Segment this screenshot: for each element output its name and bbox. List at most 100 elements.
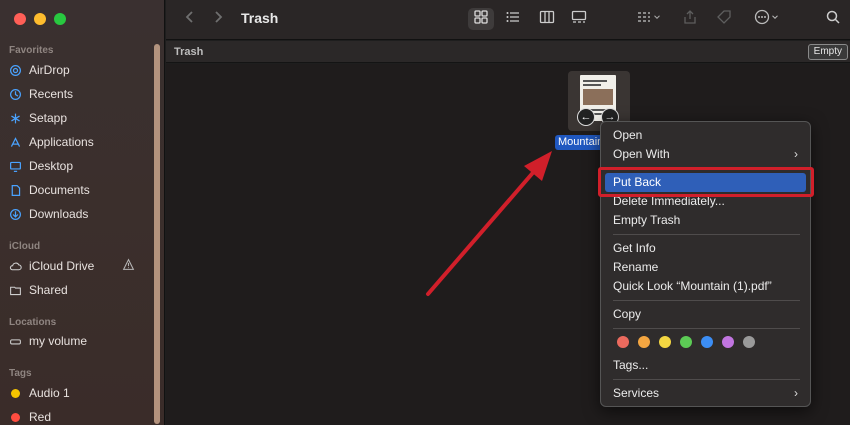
sidebar-section-tags: Tags: [9, 368, 32, 379]
sidebar-item-label: Desktop: [29, 159, 74, 173]
sidebar-scrollbar[interactable]: [154, 44, 160, 424]
tag-color-green[interactable]: [680, 336, 692, 348]
chevron-right-icon: [210, 9, 226, 30]
menu-item-open-with[interactable]: Open With ›: [605, 145, 806, 164]
sidebar-item-label: Recents: [29, 87, 74, 101]
chevron-right-icon: ›: [794, 386, 798, 400]
sidebar-item-icloud-drive[interactable]: iCloud Drive: [9, 255, 94, 277]
group-grid-icon: [636, 9, 652, 30]
column-view-button[interactable]: [536, 8, 558, 30]
sidebar-item-label: Documents: [29, 183, 90, 197]
sidebar-item-downloads[interactable]: Downloads: [9, 203, 88, 225]
sidebar: Favorites AirDrop Recents Setapp Applica…: [0, 0, 165, 425]
menu-separator: [613, 379, 800, 380]
cloud-icon: [9, 260, 22, 273]
search-icon: [825, 9, 841, 30]
sidebar-item-label: Setapp: [29, 111, 68, 125]
menu-item-empty-trash[interactable]: Empty Trash: [605, 211, 806, 230]
window-controls: [14, 13, 66, 25]
gallery-icon: [571, 9, 587, 30]
tag-icon: [716, 9, 732, 30]
forward-button[interactable]: [208, 8, 228, 30]
sidebar-item-applications[interactable]: Applications: [9, 131, 94, 153]
menu-item-open[interactable]: Open: [605, 126, 806, 145]
tag-color-dot: [11, 412, 20, 422]
path-bar: Trash Empty: [166, 41, 850, 63]
sidebar-item-airdrop[interactable]: AirDrop: [9, 59, 70, 81]
chevron-left-icon: [182, 9, 198, 30]
sidebar-item-label: AirDrop: [29, 63, 70, 77]
menu-item-copy[interactable]: Copy: [605, 305, 806, 324]
downloads-icon: [9, 208, 22, 221]
list-icon: [505, 9, 521, 30]
menu-item-get-info[interactable]: Get Info: [605, 239, 806, 258]
tag-color-purple[interactable]: [722, 336, 734, 348]
airdrop-icon: [9, 64, 22, 77]
toolbar: Trash: [166, 0, 850, 40]
minimize-window-button[interactable]: [34, 13, 46, 25]
menu-item-label: Services: [613, 386, 660, 400]
menu-separator: [613, 234, 800, 235]
group-by-button[interactable]: [632, 8, 666, 30]
back-button[interactable]: [180, 8, 200, 30]
sidebar-item-label: Audio 1: [29, 386, 70, 400]
tag-button[interactable]: [714, 8, 734, 30]
sidebar-item-recents[interactable]: Recents: [9, 83, 73, 105]
tag-color-dot: [11, 388, 20, 398]
menu-separator: [613, 328, 800, 329]
grid-icon: [473, 9, 489, 30]
applications-icon: [9, 136, 22, 149]
document-icon: [9, 184, 22, 197]
share-button[interactable]: [680, 8, 700, 30]
ellipsis-circle-icon: [754, 9, 770, 30]
menu-item-services[interactable]: Services ›: [605, 384, 806, 403]
menu-item-tags[interactable]: Tags...: [605, 356, 806, 375]
sidebar-item-shared[interactable]: Shared: [9, 279, 68, 301]
zoom-window-button[interactable]: [54, 13, 66, 25]
setapp-icon: [9, 112, 22, 125]
sidebar-item-label: Applications: [29, 135, 94, 149]
tag-color-picker: [617, 336, 755, 348]
sidebar-section-locations: Locations: [9, 317, 57, 328]
sidebar-section-icloud: iCloud: [9, 241, 41, 252]
search-button[interactable]: [823, 8, 843, 30]
chevron-down-icon: [652, 9, 662, 30]
tag-color-gray[interactable]: [743, 336, 755, 348]
arrow-left-icon: ←: [577, 108, 595, 126]
sidebar-item-setapp[interactable]: Setapp: [9, 107, 67, 129]
sidebar-item-label: Shared: [29, 283, 68, 297]
sidebar-item-tag-red[interactable]: Red: [9, 406, 51, 425]
sidebar-item-desktop[interactable]: Desktop: [9, 155, 73, 177]
path-bar-label: Trash: [174, 46, 204, 58]
sidebar-section-favorites: Favorites: [9, 45, 54, 56]
tag-color-blue[interactable]: [701, 336, 713, 348]
icon-view-button[interactable]: [468, 8, 494, 30]
empty-trash-button[interactable]: Empty: [807, 44, 848, 60]
share-icon: [682, 9, 698, 30]
sidebar-item-documents[interactable]: Documents: [9, 179, 90, 201]
sidebar-item-my-volume[interactable]: my volume: [9, 330, 87, 352]
chevron-down-icon: [770, 9, 780, 30]
menu-item-rename[interactable]: Rename: [605, 258, 806, 277]
context-menu: Open Open With › Put Back Delete Immedia…: [600, 121, 811, 407]
shared-folder-icon: [9, 284, 22, 297]
tag-color-orange[interactable]: [638, 336, 650, 348]
sidebar-item-label: my volume: [29, 334, 88, 348]
list-view-button[interactable]: [502, 8, 524, 30]
tag-color-yellow[interactable]: [659, 336, 671, 348]
close-window-button[interactable]: [14, 13, 26, 25]
clock-icon: [9, 88, 22, 101]
sidebar-item-tag-audio-1[interactable]: Audio 1: [9, 382, 70, 404]
columns-icon: [539, 9, 555, 30]
menu-item-label: Open With: [613, 147, 670, 161]
sidebar-item-label: Downloads: [29, 207, 89, 221]
tag-color-red[interactable]: [617, 336, 629, 348]
gallery-view-button[interactable]: [568, 8, 590, 30]
menu-item-quick-look[interactable]: Quick Look “Mountain (1).pdf”: [605, 277, 806, 296]
menu-separator: [613, 300, 800, 301]
sidebar-item-label: iCloud Drive: [29, 259, 95, 273]
file-name-label[interactable]: Mountain: [555, 135, 607, 150]
chevron-right-icon: ›: [794, 147, 798, 161]
more-actions-button[interactable]: [750, 8, 784, 30]
annotation-highlight-box: [598, 167, 814, 197]
